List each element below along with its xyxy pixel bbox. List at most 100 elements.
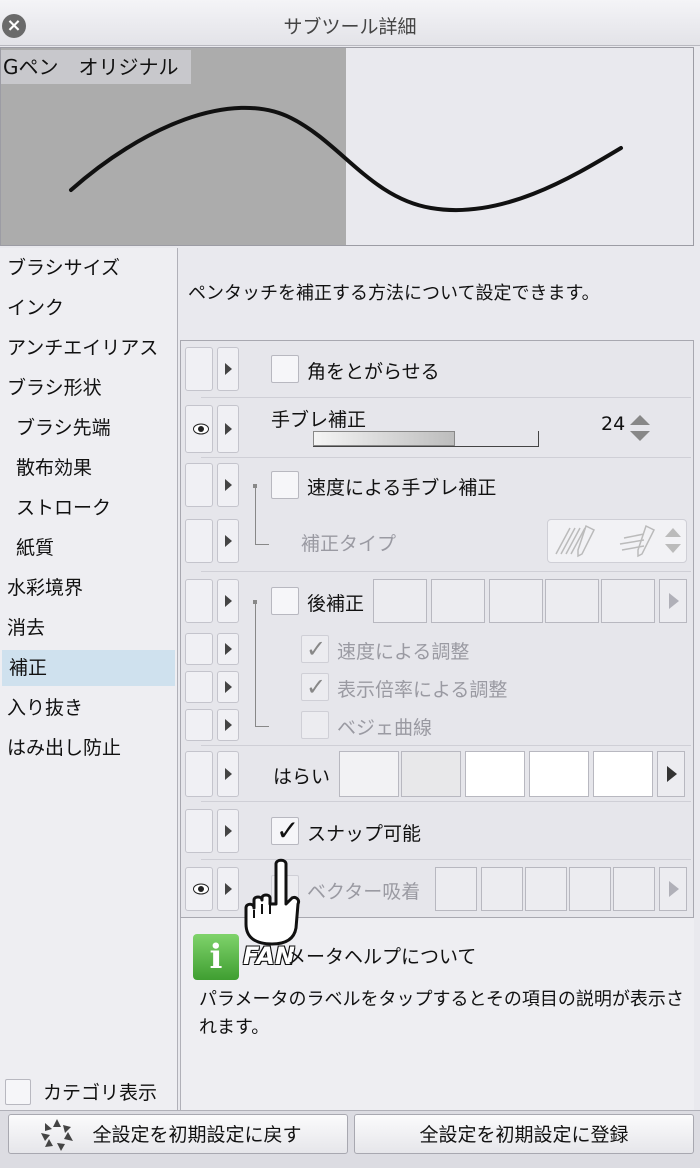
category-item[interactable]: 散布効果: [0, 450, 176, 486]
harai-next-button[interactable]: [657, 751, 685, 797]
vector-snap-next-button[interactable]: [659, 867, 687, 911]
stabilization-label[interactable]: 手ブレ補正: [271, 405, 366, 432]
prop-visibility-slot[interactable]: [185, 671, 213, 703]
prop-visibility-slot[interactable]: [185, 867, 213, 911]
speed-stabilization-label[interactable]: 速度による手ブレ補正: [307, 473, 496, 500]
stroke-preview: Gペン オリジナル: [0, 47, 694, 246]
category-item[interactable]: アンチエイリアス: [0, 330, 176, 366]
category-item[interactable]: ブラシ先端: [0, 410, 176, 446]
register-default-label: 全設定を初期設定に登録: [419, 1124, 629, 1146]
category-item[interactable]: 補正: [2, 650, 175, 686]
prop-visibility-slot[interactable]: [185, 519, 213, 563]
post-correction-next-button[interactable]: [659, 579, 687, 623]
prop-expand-button[interactable]: [217, 809, 239, 853]
separator: [201, 397, 691, 398]
checkmark-icon: ✓: [276, 814, 300, 847]
harai-level-4[interactable]: [529, 751, 589, 797]
correction-type-selector[interactable]: [547, 519, 687, 563]
prop-expand-button[interactable]: [217, 751, 239, 797]
prop-visibility-slot[interactable]: [185, 751, 213, 797]
category-display-checkbox[interactable]: [5, 1078, 31, 1105]
prop-row-correction-type: 補正タイプ: [181, 519, 693, 563]
prop-expand-button[interactable]: [217, 579, 239, 623]
prop-expand-button[interactable]: [217, 671, 239, 703]
harai-level-5[interactable]: [593, 751, 653, 797]
prop-expand-button[interactable]: [217, 519, 239, 563]
post-correction-checkbox[interactable]: [271, 587, 299, 615]
prop-expand-button[interactable]: [217, 709, 239, 741]
vector-snap-level-4[interactable]: [569, 867, 611, 911]
prop-expand-button[interactable]: [217, 463, 239, 507]
prop-visibility-slot[interactable]: [185, 579, 213, 623]
prop-visibility-slot[interactable]: [185, 347, 213, 391]
separator: [201, 457, 691, 458]
snap-checkbox[interactable]: ✓: [271, 817, 299, 845]
bezier-label[interactable]: ベジェ曲線: [337, 713, 432, 740]
category-item[interactable]: はみ出し防止: [0, 730, 176, 766]
checkmark-icon: ✓: [306, 635, 327, 663]
prop-row-post-correction: 後補正: [181, 579, 693, 623]
reset-all-button[interactable]: 全設定を初期設定に戻す: [8, 1114, 348, 1154]
harai-level-3[interactable]: [465, 751, 525, 797]
correction-type-pen-icons: [555, 524, 681, 558]
title-bar: × サブツール詳細: [0, 0, 700, 46]
category-display-toggle[interactable]: カテゴリ表示: [5, 1078, 157, 1108]
category-item[interactable]: 紙質: [0, 530, 176, 566]
window-title: サブツール詳細: [283, 16, 417, 38]
correction-type-label[interactable]: 補正タイプ: [301, 529, 396, 556]
category-item[interactable]: ストローク: [0, 490, 176, 526]
harai-label[interactable]: はらい: [273, 762, 330, 789]
post-correction-level-3[interactable]: [489, 579, 543, 623]
vector-snap-level-2[interactable]: [481, 867, 523, 911]
sharpen-corners-checkbox[interactable]: [271, 355, 299, 383]
prop-visibility-slot[interactable]: [185, 633, 213, 665]
post-correction-level-5[interactable]: [601, 579, 655, 623]
prop-row-speed-stabilization: 速度による手ブレ補正: [181, 463, 693, 507]
vector-snap-level-1[interactable]: [435, 867, 477, 911]
snap-label[interactable]: スナップ可能: [307, 819, 421, 846]
prop-expand-button[interactable]: [217, 347, 239, 391]
category-item[interactable]: 水彩境界: [0, 570, 176, 606]
speed-stabilization-checkbox[interactable]: [271, 471, 299, 499]
prop-row-bezier: ベジェ曲線: [181, 709, 693, 741]
category-item[interactable]: ブラシ形状: [0, 370, 176, 406]
stabilization-slider-fill: [313, 431, 455, 446]
harai-level-1[interactable]: [339, 751, 399, 797]
prop-visibility-slot[interactable]: [185, 405, 213, 453]
expand-arrow-icon: [225, 883, 232, 895]
post-correction-level-2[interactable]: [431, 579, 485, 623]
next-arrow-icon: [669, 593, 679, 609]
vector-snap-level-5[interactable]: [613, 867, 655, 911]
expand-arrow-icon: [225, 423, 232, 435]
prop-visibility-slot[interactable]: [185, 463, 213, 507]
zoom-adjust-checkbox[interactable]: ✓: [301, 673, 329, 701]
zoom-adjust-label[interactable]: 表示倍率による調整: [337, 675, 507, 702]
post-correction-label[interactable]: 後補正: [307, 589, 364, 616]
bezier-checkbox[interactable]: [301, 711, 329, 739]
category-item[interactable]: ブラシサイズ: [0, 250, 176, 286]
prop-expand-button[interactable]: [217, 867, 239, 911]
expand-arrow-icon: [225, 535, 232, 547]
sharpen-corners-label[interactable]: 角をとがらせる: [307, 357, 440, 384]
eye-icon: [193, 883, 209, 895]
harai-level-2[interactable]: [401, 751, 461, 797]
prop-expand-button[interactable]: [217, 633, 239, 665]
category-item[interactable]: 消去: [0, 610, 176, 646]
category-item[interactable]: インク: [0, 290, 176, 326]
separator: [201, 571, 691, 572]
property-panel: 角をとがらせる 手ブレ補正 24 速度による手ブレ補正 補正タイプ 後補正 ✓ …: [180, 340, 694, 918]
vector-snap-label[interactable]: ベクター吸着: [307, 877, 420, 904]
stabilization-spinner[interactable]: [629, 413, 651, 443]
post-correction-level-4[interactable]: [545, 579, 599, 623]
category-item[interactable]: 入り抜き: [0, 690, 176, 726]
post-correction-level-1[interactable]: [373, 579, 427, 623]
register-default-button[interactable]: 全設定を初期設定に登録: [354, 1114, 694, 1154]
speed-adjust-label[interactable]: 速度による調整: [337, 637, 469, 664]
prop-visibility-slot[interactable]: [185, 709, 213, 741]
info-icon: i: [193, 934, 239, 980]
stabilization-slider[interactable]: [313, 431, 539, 447]
prop-visibility-slot[interactable]: [185, 809, 213, 853]
speed-adjust-checkbox[interactable]: ✓: [301, 635, 329, 663]
prop-expand-button[interactable]: [217, 405, 239, 453]
vector-snap-level-3[interactable]: [525, 867, 567, 911]
